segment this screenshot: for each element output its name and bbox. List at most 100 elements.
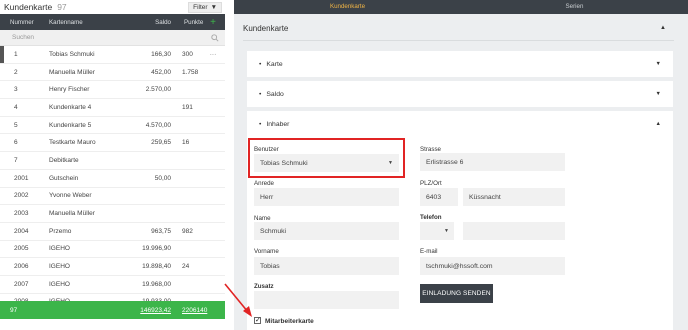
row-kartenname: Testkarte Mauro — [49, 139, 96, 147]
card-list-count: 97 — [57, 2, 67, 12]
ort-field[interactable]: Küssnacht — [463, 188, 565, 206]
row-punkte: 24 — [182, 263, 190, 271]
mitarbeiter-checkbox[interactable]: ✓ — [254, 317, 261, 324]
col-punkte[interactable]: Punkte — [176, 19, 203, 26]
table-row[interactable]: 6 Testkarte Mauro 259,65 16 — [0, 134, 225, 153]
footer-punkte-total[interactable]: 2206140 — [176, 307, 207, 314]
vorname-field[interactable]: Tobias — [254, 257, 399, 275]
table-row[interactable]: 3 Henry Fischer 2.570,00 — [0, 81, 225, 100]
row-nummer: 6 — [14, 139, 18, 147]
strasse-field[interactable]: Erlistrasse 6 — [420, 153, 565, 171]
tab-kundenkarte[interactable]: Kundenkarte — [234, 0, 461, 14]
section-karte[interactable]: • Karte ▼ — [247, 51, 673, 77]
table-row[interactable]: 5 Kundenkarte 5 4.570,00 — [0, 117, 225, 135]
bullet-icon: • — [259, 90, 262, 98]
section-karte-label: Karte — [266, 60, 283, 68]
search-bar[interactable]: Suchen — [0, 30, 225, 46]
telefon-field[interactable] — [463, 222, 565, 240]
zusatz-label: Zusatz — [254, 283, 274, 290]
divider — [243, 40, 674, 41]
row-nummer: 2007 — [14, 280, 29, 288]
footer-saldo-total[interactable]: 146923,42 — [130, 307, 176, 314]
col-nummer[interactable]: Nummer — [0, 19, 36, 26]
row-nummer: 2001 — [14, 174, 29, 182]
row-nummer: 2004 — [14, 227, 29, 235]
row-kartenname: IGEHO — [49, 263, 70, 271]
row-kartenname: Henry Fischer — [49, 86, 90, 94]
plz-ort-label: PLZ/Ort — [420, 180, 442, 187]
chevron-up-icon[interactable]: ▲ — [660, 25, 666, 31]
caret-down-icon: ▼ — [210, 3, 217, 11]
row-saldo: 4.570,00 — [145, 121, 171, 129]
search-input[interactable]: Suchen — [12, 34, 34, 41]
table-row[interactable]: 2006 IGEHO 19.898,40 24 — [0, 258, 225, 276]
table-row[interactable]: 4 Kundenkarte 4 191 — [0, 99, 225, 117]
row-kartenname: Debitkarte — [49, 156, 79, 164]
row-kartenname: Gutschein — [49, 174, 79, 182]
row-nummer: 2 — [14, 68, 18, 76]
anrede-field[interactable]: Herr — [254, 188, 399, 206]
filter-button[interactable]: Filter ▼ — [188, 1, 222, 13]
row-saldo: 259,65 — [151, 139, 171, 147]
filter-label: Filter — [193, 3, 208, 11]
card-list-panel: Kundenkarte 97 Filter ▼ Nummer Kartenname… — [0, 0, 225, 330]
name-field[interactable]: Schmuki — [254, 222, 399, 240]
row-kartenname: Tobias Schmuki — [49, 50, 95, 58]
row-kartenname: Kundenkarte 4 — [49, 103, 92, 111]
row-nummer: 2003 — [14, 210, 29, 218]
section-saldo[interactable]: • Saldo ▼ — [247, 81, 673, 107]
row-nummer: 1 — [14, 50, 18, 58]
card-list-header: Kundenkarte 97 Filter ▼ — [0, 0, 225, 14]
search-icon — [211, 33, 219, 42]
benutzer-value: Tobias Schmuki — [260, 159, 308, 167]
bullet-icon: • — [259, 60, 262, 68]
card-list-title: Kundenkarte — [4, 2, 53, 12]
telefon-prefix-select[interactable]: ▼ — [420, 222, 454, 240]
table-row[interactable]: 2 Manuella Müller 452,00 1.758 — [0, 64, 225, 82]
vorname-label: Vorname — [254, 248, 279, 255]
email-label: E-mail — [420, 248, 438, 255]
caret-down-icon: ▼ — [388, 160, 393, 166]
table-row[interactable]: 2004 Przemo 963,75 982 — [0, 223, 225, 241]
tab-serien[interactable]: Serien — [461, 0, 688, 14]
row-nummer: 4 — [14, 103, 18, 111]
section-saldo-label: Saldo — [266, 90, 284, 98]
row-saldo: 963,75 — [151, 227, 171, 235]
detail-title: Kundenkarte — [243, 24, 289, 33]
send-invitation-button[interactable]: EINLADUNG SENDEN — [420, 284, 493, 303]
chevron-down-icon[interactable]: ▼ — [656, 61, 661, 67]
email-field[interactable]: tschmuki@hssoft.com — [420, 257, 565, 275]
strasse-label: Strasse — [420, 146, 441, 153]
row-punkte: 191 — [182, 103, 193, 111]
table-row[interactable]: 2002 Yvonne Weber — [0, 188, 225, 206]
table-header: Nummer Kartenname Saldo Punkte + — [0, 14, 225, 30]
row-kartenname: Przemo — [49, 227, 72, 235]
row-nummer: 5 — [14, 121, 18, 129]
plz-field[interactable]: 6403 — [420, 188, 458, 206]
table-row[interactable]: 7 Debitkarte — [0, 152, 225, 170]
chevron-up-icon[interactable]: ▲ — [656, 121, 661, 127]
zusatz-field[interactable] — [254, 291, 399, 309]
table-row[interactable]: 1 Tobias Schmuki 166,30 300 ··· — [0, 46, 225, 64]
anrede-label: Anrede — [254, 180, 274, 187]
benutzer-select[interactable]: Tobias Schmuki ▼ — [254, 154, 399, 172]
more-icon[interactable]: ··· — [203, 51, 223, 58]
chevron-down-icon[interactable]: ▼ — [656, 91, 661, 97]
plus-icon[interactable]: + — [203, 17, 223, 28]
row-saldo: 166,30 — [151, 50, 171, 58]
col-kartenname[interactable]: Kartenname — [36, 19, 130, 26]
row-saldo: 50,00 — [154, 174, 171, 182]
table-row[interactable]: 2001 Gutschein 50,00 — [0, 170, 225, 188]
row-kartenname: Manuella Müller — [49, 210, 95, 218]
table-row[interactable]: 2003 Manuella Müller — [0, 205, 225, 223]
row-saldo: 19.898,40 — [142, 263, 171, 271]
row-nummer: 7 — [14, 156, 18, 164]
table-row[interactable]: 2005 IGEHO 19.996,90 — [0, 241, 225, 259]
row-punkte: 982 — [182, 227, 193, 235]
totals-footer: 97 146923,42 2206140 — [0, 301, 225, 319]
col-saldo[interactable]: Saldo — [130, 19, 176, 26]
row-kartenname: Manuella Müller — [49, 68, 95, 76]
row-punkte: 1.758 — [182, 68, 199, 76]
row-saldo: 452,00 — [151, 68, 171, 76]
table-row[interactable]: 2007 IGEHO 19.968,00 — [0, 276, 225, 294]
